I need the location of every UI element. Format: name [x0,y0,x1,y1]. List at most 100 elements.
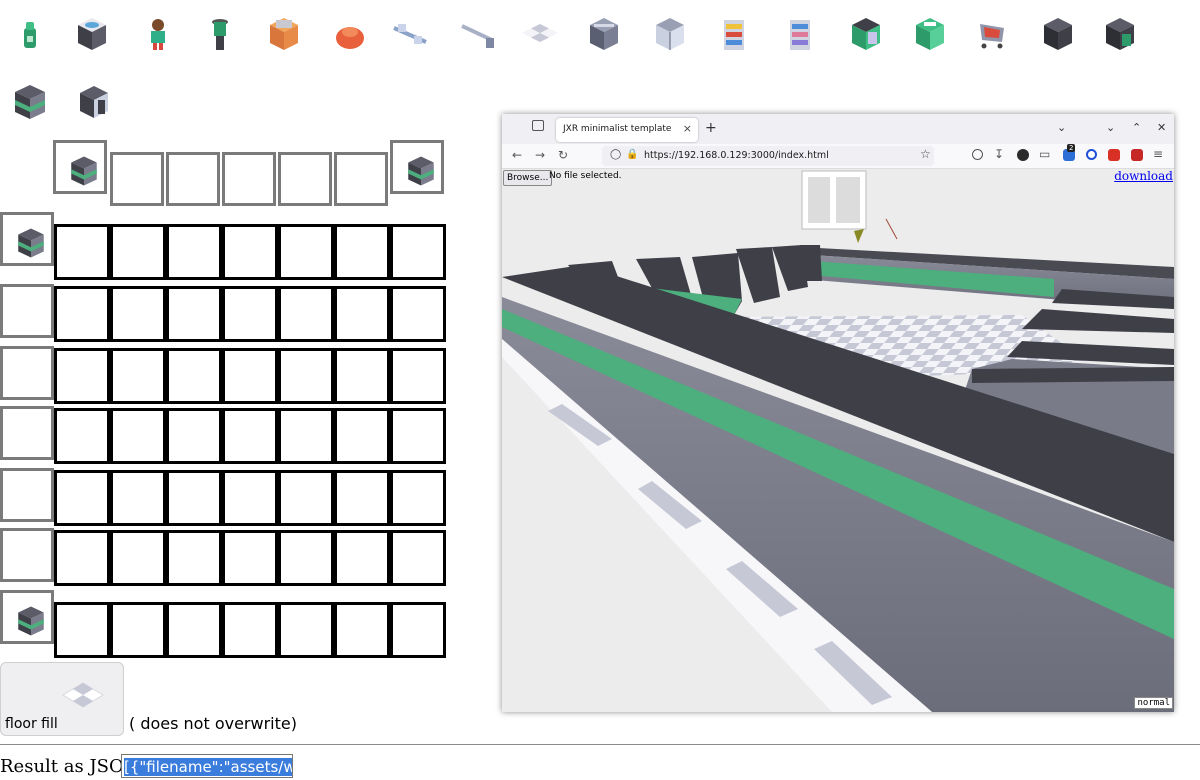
grid-cell[interactable] [54,530,110,586]
grid-cell-side[interactable] [0,406,54,460]
extension-ring-icon[interactable] [1086,149,1097,160]
grid-cell[interactable] [334,224,390,280]
url-bar[interactable]: ◯ 🔒 https://192.168.0.129:3000/index.htm… [602,146,934,166]
grid-cell[interactable] [390,408,446,464]
shield-icon[interactable]: ◯ [610,149,621,160]
cable-connector-icon[interactable] [390,14,430,54]
extension-red-icon[interactable] [1108,149,1120,161]
grid-cell[interactable] [390,286,446,342]
double-door-icon[interactable] [650,14,690,54]
vending-machine-icon[interactable] [846,14,886,54]
shopping-cart-icon[interactable] [972,14,1012,54]
new-tab-icon[interactable]: + [705,120,717,136]
pipe-icon[interactable] [458,14,498,54]
tab-list-icon[interactable] [532,120,544,131]
grid-cell-side[interactable] [0,590,54,644]
result-json-field[interactable]: [{"filename":"assets/wall.g [121,754,293,778]
armchair-icon[interactable] [264,14,304,54]
doorway-icon[interactable] [74,82,114,122]
grid-cell-top[interactable] [334,152,388,206]
puzzle-icon[interactable]: ▭ [1039,147,1050,161]
lock-icon[interactable]: 🔒 [626,149,638,160]
bean-bag-icon[interactable] [330,14,370,54]
grid-cell[interactable] [222,286,278,342]
close-tab-icon[interactable]: × [683,122,692,135]
grid-cell[interactable] [166,286,222,342]
shelf-yellow-icon[interactable] [714,14,754,54]
grid-cell[interactable] [222,408,278,464]
grid-cell[interactable] [166,348,222,404]
grid-cell-top[interactable] [278,152,332,206]
downloads-icon[interactable]: ↧ [994,147,1004,161]
steel-block-icon[interactable] [584,14,624,54]
grid-cell[interactable] [110,348,166,404]
scene-viewport[interactable]: Browse... No file selected. download nor… [502,169,1174,712]
grid-cell[interactable] [222,470,278,526]
grid-cell-top[interactable] [222,152,276,206]
sink-icon[interactable] [72,14,112,54]
grid-cell[interactable] [390,530,446,586]
grid-cell[interactable] [54,408,110,464]
grid-cell[interactable] [54,602,110,658]
grid-cell[interactable] [54,224,110,280]
grid-cell[interactable] [278,602,334,658]
grid-cell[interactable] [166,530,222,586]
extension-dark-icon[interactable] [1017,149,1029,161]
grid-cell[interactable] [390,348,446,404]
stool-icon[interactable] [200,14,240,54]
grid-cell-corner[interactable] [390,140,444,194]
tab-active[interactable]: JXR minimalist template × [556,118,698,142]
grid-cell[interactable] [278,408,334,464]
grid-cell[interactable] [110,224,166,280]
character-icon[interactable] [138,14,178,54]
grid-cell-side[interactable] [0,212,54,266]
grid-cell-top[interactable] [166,152,220,206]
grid-cell-corner[interactable] [53,140,107,194]
chevron-down-icon[interactable]: ⌄ [1057,121,1066,134]
shelf-blue-icon[interactable] [780,14,820,54]
grid-cell-top[interactable] [110,152,164,206]
grid-cell[interactable] [222,348,278,404]
bookmark-star-icon[interactable]: ☆ [920,147,931,161]
menu-icon[interactable]: ≡ [1153,147,1163,161]
download-link[interactable]: download [1114,169,1173,183]
grid-cell[interactable] [334,348,390,404]
browse-button[interactable]: Browse... [503,170,553,186]
grid-cell[interactable] [334,530,390,586]
grid-cell-side[interactable] [0,346,54,400]
grid-cell[interactable] [222,602,278,658]
grid-cell[interactable] [334,286,390,342]
dark-cabinet-icon[interactable] [1038,14,1078,54]
grid-cell[interactable] [166,408,222,464]
cash-register-icon[interactable] [910,14,950,54]
floor-tile-icon[interactable] [520,14,560,54]
pocket-icon[interactable] [972,149,983,160]
grid-cell[interactable] [390,224,446,280]
grid-cell[interactable] [278,470,334,526]
grid-cell[interactable] [334,408,390,464]
grid-cell[interactable] [166,470,222,526]
grid-cell[interactable] [278,530,334,586]
grid-cell[interactable] [390,470,446,526]
grid-cell-side[interactable] [0,284,54,338]
close-window-icon[interactable]: ✕ [1157,121,1166,134]
reload-icon[interactable]: ↻ [558,148,568,162]
wall-block-icon[interactable] [10,82,50,122]
grid-cell[interactable] [110,286,166,342]
floor-fill-button[interactable]: floor fill [0,662,124,736]
grid-cell[interactable] [334,602,390,658]
forward-icon[interactable]: → [535,148,545,162]
grid-cell[interactable] [278,286,334,342]
grid-cell-side[interactable] [0,468,54,522]
grid-cell[interactable] [54,348,110,404]
grid-cell[interactable] [222,530,278,586]
green-robot-icon[interactable] [10,14,50,54]
grid-cell[interactable] [334,470,390,526]
green-locker-icon[interactable] [1100,14,1140,54]
grid-cell[interactable] [54,470,110,526]
grid-cell[interactable] [278,224,334,280]
ublock-icon[interactable] [1131,149,1143,161]
grid-cell[interactable] [222,224,278,280]
grid-cell[interactable] [166,602,222,658]
grid-cell[interactable] [110,530,166,586]
